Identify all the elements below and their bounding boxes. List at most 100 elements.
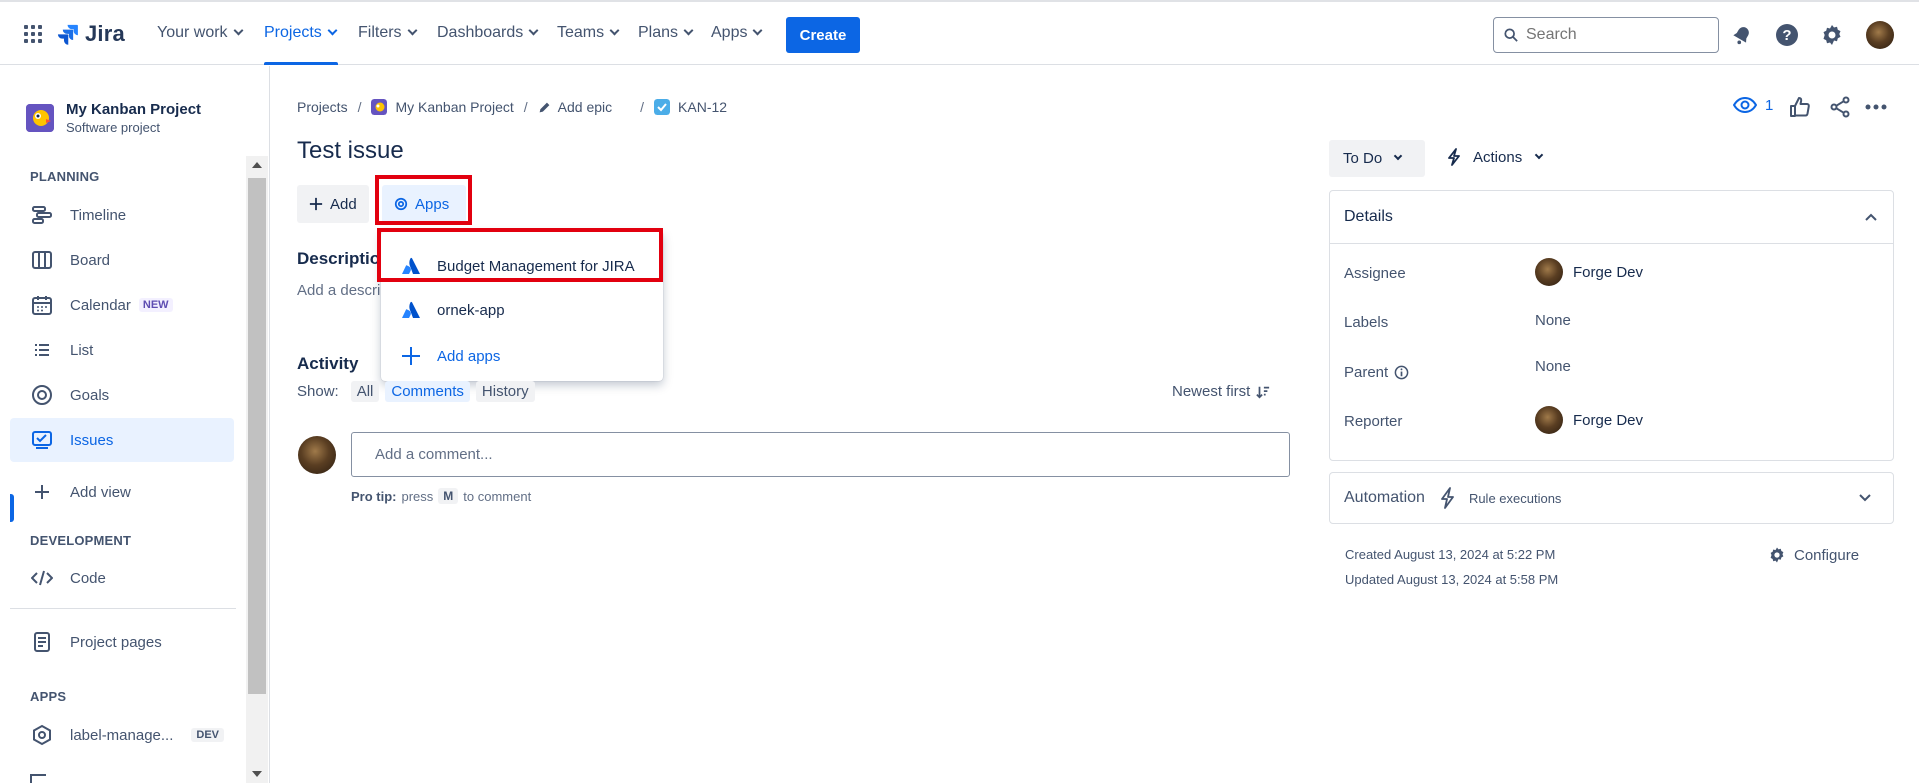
- pro-tip-press: press: [401, 488, 434, 504]
- eye-icon: [1733, 96, 1757, 114]
- plus-icon: [309, 197, 323, 211]
- configure-button[interactable]: Configure: [1768, 546, 1859, 564]
- notifications-icon[interactable]: [1729, 22, 1755, 48]
- filter-history[interactable]: History: [475, 381, 535, 402]
- development-section-label: DEVELOPMENT: [30, 533, 132, 548]
- issue-title[interactable]: Test issue: [297, 137, 404, 165]
- details-header[interactable]: Details: [1330, 191, 1893, 244]
- assignee-avatar: [1535, 258, 1563, 286]
- breadcrumb-issue-key[interactable]: KAN-12: [678, 99, 727, 115]
- nav-teams[interactable]: Teams: [557, 24, 620, 42]
- dev-badge: DEV: [191, 728, 224, 742]
- project-avatar-icon: [371, 99, 388, 115]
- pro-tip-label: Pro tip:: [351, 488, 397, 504]
- menu-item-ornek-app[interactable]: ornek-app: [381, 288, 663, 332]
- sidebar-item-list[interactable]: List: [10, 328, 234, 372]
- actions-dropdown[interactable]: Actions: [1447, 148, 1544, 166]
- share-icon[interactable]: [1829, 96, 1851, 118]
- add-button[interactable]: Add: [297, 185, 369, 223]
- sidebar-item-goals[interactable]: Goals: [10, 373, 234, 417]
- rule-executions-label: Rule executions: [1468, 490, 1562, 506]
- sidebar-item-label: Goals: [70, 386, 110, 404]
- details-panel: Details Assignee Forge Dev Labels None P…: [1329, 190, 1894, 461]
- nav-label: Filters: [358, 24, 402, 41]
- sidebar-item-label-manager[interactable]: label-manage... DEV: [10, 713, 234, 757]
- sidebar-item-code[interactable]: Code: [10, 556, 234, 600]
- pro-tip: Pro tip: press M to comment: [351, 488, 531, 504]
- jira-logo[interactable]: Jira: [57, 21, 125, 47]
- sidebar-item-timeline[interactable]: Timeline: [10, 193, 234, 237]
- nav-projects[interactable]: Projects: [264, 24, 338, 42]
- status-dropdown[interactable]: To Do: [1329, 140, 1425, 177]
- breadcrumb-separator: /: [357, 99, 362, 115]
- sidebar-item-project-pages[interactable]: Project pages: [10, 620, 234, 664]
- help-icon[interactable]: ?: [1774, 22, 1800, 48]
- nav-your-work[interactable]: Your work: [157, 24, 244, 42]
- labels-value[interactable]: None: [1535, 312, 1571, 329]
- sort-newest-first[interactable]: Newest first: [1172, 383, 1270, 400]
- activity-filter-row: Show: All Comments History: [297, 381, 535, 402]
- nav-plans[interactable]: Plans: [638, 24, 694, 42]
- jira-logo-icon: [57, 24, 78, 45]
- sidebar-item-label: Calendar: [70, 296, 131, 314]
- project-type: Software project: [66, 120, 160, 135]
- chevron-up-icon[interactable]: [1865, 213, 1877, 221]
- chevron-down-icon: [609, 25, 620, 36]
- app-switcher-icon[interactable]: [24, 25, 42, 43]
- menu-item-label: ornek-app: [437, 301, 505, 319]
- breadcrumb-projects[interactable]: Projects: [297, 99, 348, 115]
- search-field[interactable]: [1493, 17, 1719, 53]
- breadcrumb-add-epic[interactable]: Add epic: [558, 99, 612, 115]
- sidebar-item-add-view[interactable]: Add view: [10, 470, 234, 514]
- planning-section-label: PLANNING: [30, 169, 100, 184]
- like-icon[interactable]: [1789, 96, 1811, 118]
- breadcrumb-project[interactable]: My Kanban Project: [395, 99, 513, 115]
- settings-gear-icon[interactable]: [1819, 22, 1845, 48]
- assignee-name: Forge Dev: [1573, 263, 1644, 281]
- project-header[interactable]: My Kanban Project Software project: [26, 101, 201, 135]
- nav-dashboards[interactable]: Dashboards: [437, 24, 539, 42]
- watch-button[interactable]: 1: [1733, 96, 1773, 114]
- svg-text:?: ?: [1782, 27, 1791, 44]
- reporter-value[interactable]: Forge Dev: [1535, 406, 1643, 434]
- breadcrumb-separator: /: [640, 99, 645, 115]
- sidebar-item-calendar[interactable]: Calendar NEW: [10, 283, 234, 327]
- goals-icon: [30, 383, 54, 407]
- reporter-name: Forge Dev: [1573, 411, 1644, 429]
- reporter-label: Reporter: [1344, 413, 1403, 430]
- highlight-box-apps: [375, 175, 472, 225]
- scroll-up-arrow-icon[interactable]: [252, 162, 262, 168]
- nav-apps[interactable]: Apps: [711, 24, 763, 42]
- scroll-down-arrow-icon[interactable]: [252, 771, 262, 777]
- created-timestamp: Created August 13, 2024 at 5:22 PM: [1345, 547, 1556, 562]
- breadcrumb-separator: /: [523, 99, 528, 115]
- search-input[interactable]: [1526, 26, 1706, 44]
- sidebar-item-label: Board: [70, 251, 111, 269]
- nav-filters[interactable]: Filters: [358, 24, 418, 42]
- apps-section-label: APPS: [30, 689, 67, 704]
- menu-item-add-apps[interactable]: Add apps: [381, 334, 663, 378]
- create-button[interactable]: Create: [786, 17, 860, 53]
- automation-panel[interactable]: Automation Rule executions: [1329, 472, 1894, 524]
- activity-title: Activity: [297, 354, 359, 373]
- parent-value[interactable]: None: [1535, 358, 1571, 375]
- filter-comments[interactable]: Comments: [385, 381, 470, 402]
- info-icon[interactable]: [1394, 365, 1409, 380]
- pro-tip-suffix: to comment: [463, 488, 532, 504]
- more-options-icon[interactable]: [1865, 104, 1887, 110]
- comment-input[interactable]: Add a comment...: [351, 432, 1290, 477]
- chevron-down-icon: [327, 25, 338, 36]
- issues-icon: [30, 428, 54, 452]
- sidebar-item-issues[interactable]: Issues: [10, 418, 234, 462]
- chevron-down-icon: [753, 25, 763, 36]
- project-sidebar: My Kanban Project Software project PLANN…: [0, 66, 270, 783]
- sidebar-scroll-thumb[interactable]: [248, 178, 266, 694]
- shortcut-key: M: [438, 488, 459, 504]
- code-icon: [30, 566, 54, 590]
- assignee-value[interactable]: Forge Dev: [1535, 258, 1643, 286]
- filter-all[interactable]: All: [350, 381, 380, 402]
- atlassian-app-icon: [402, 301, 420, 318]
- sidebar-item-board[interactable]: Board: [10, 238, 234, 282]
- parent-label: Parent: [1344, 364, 1409, 381]
- user-avatar[interactable]: [1866, 21, 1894, 49]
